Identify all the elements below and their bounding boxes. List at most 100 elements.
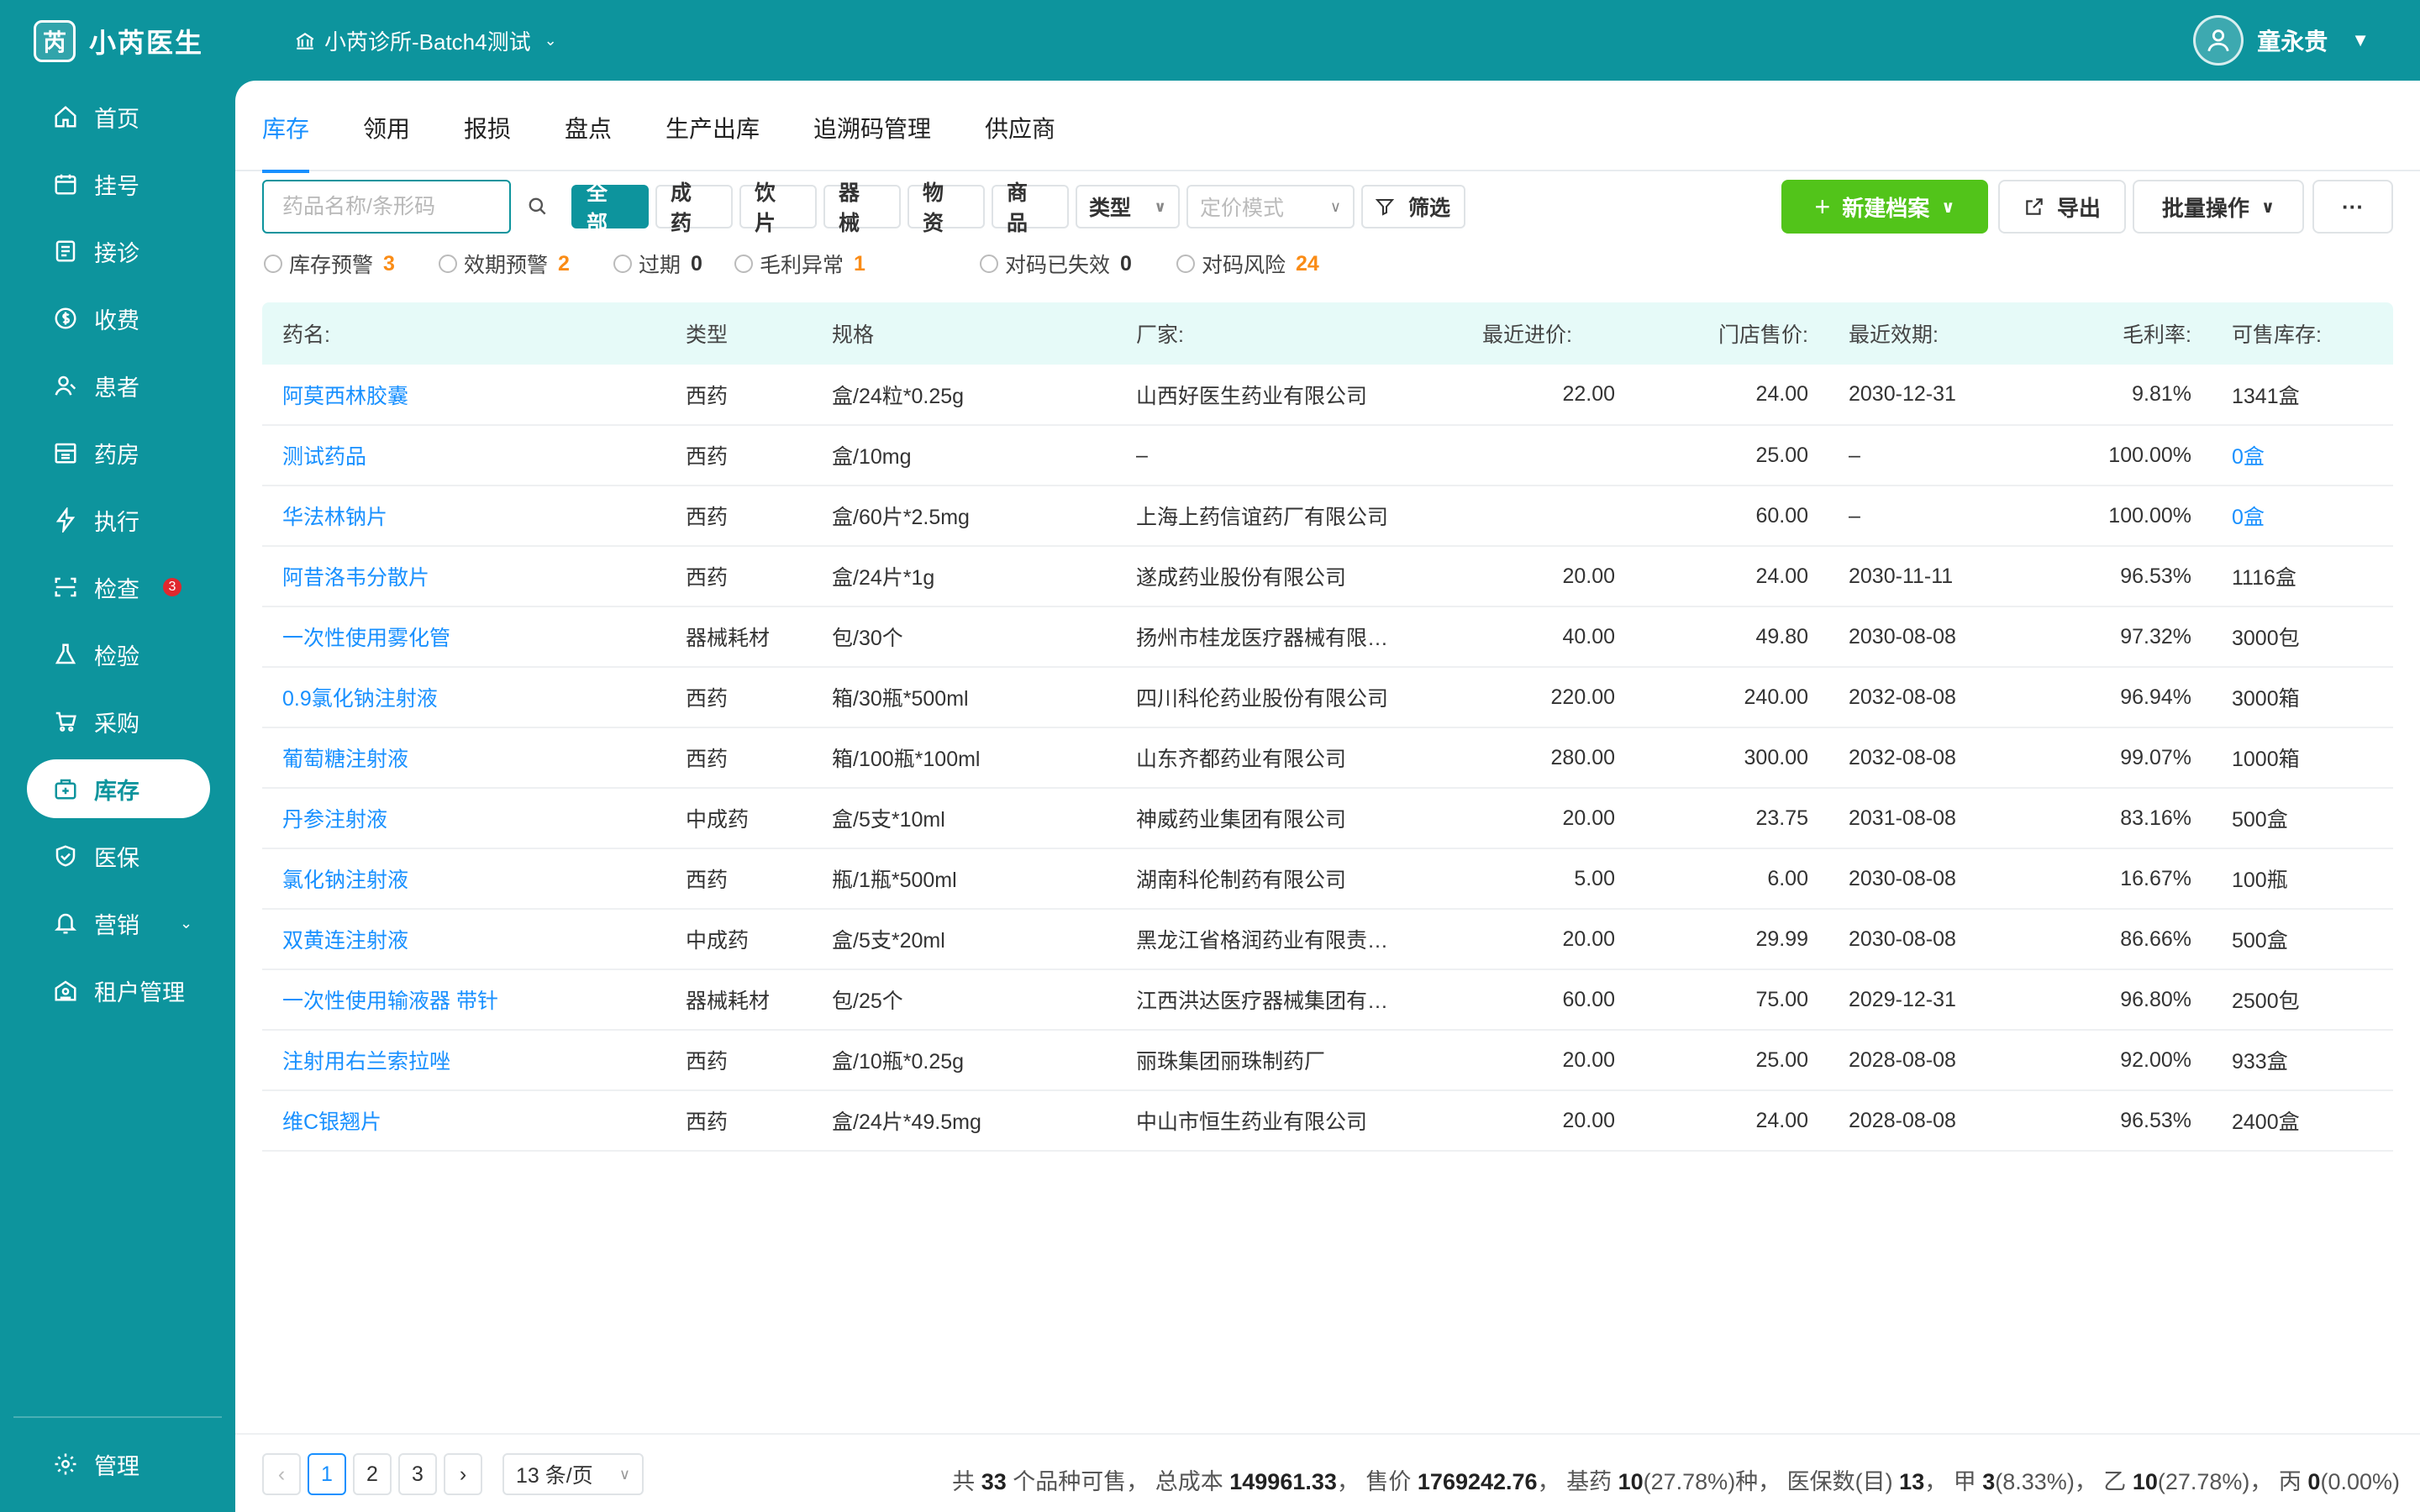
page-button[interactable]: 2	[353, 1453, 392, 1495]
tab-suppliers[interactable]: 供应商	[985, 111, 1055, 171]
batch-operations-button[interactable]: 批量操作 ∨	[2133, 180, 2304, 234]
table-cell: 2029-12-31	[1828, 969, 2039, 1031]
filter-margin-abnormal[interactable]: 毛利异常 1	[734, 249, 865, 279]
filter-expiry-warning[interactable]: 效期预警 2	[439, 249, 570, 279]
filter-code-risk[interactable]: 对码风险 24	[1176, 249, 1319, 279]
filter-button[interactable]: 筛选	[1361, 185, 1465, 228]
new-record-button[interactable]: + 新建档案 ∨	[1781, 180, 1988, 234]
search-button[interactable]	[514, 183, 561, 230]
filter-code-invalid[interactable]: 对码已失效 0	[980, 249, 1132, 279]
table-row[interactable]: 葡萄糖注射液 西药 箱/100瓶*100ml 山东齐都药业有限公司 280.00 300.…	[262, 727, 2393, 789]
table-cell: 96.53%	[2039, 546, 2212, 607]
chip-all[interactable]: 全部	[571, 181, 649, 235]
table-cell: 盒/10mg	[812, 425, 1116, 486]
more-button[interactable]: ···	[2312, 180, 2393, 234]
export-button[interactable]: 导出	[1998, 180, 2126, 234]
more-icon: ···	[2342, 193, 2364, 219]
tab-loss[interactable]: 报损	[464, 111, 511, 171]
table-body: 阿莫西林胶囊 西药 盒/24粒*0.25g 山西好医生药业有限公司 22.00 24.00…	[262, 365, 2393, 1152]
drug-name-link[interactable]: 维C银翘片	[262, 1090, 666, 1152]
sidebar-item-tenant[interactable]: 租户管理	[27, 961, 210, 1020]
page-button[interactable]: 3	[398, 1453, 437, 1495]
tab-stocktake[interactable]: 盘点	[565, 111, 612, 171]
sidebar-item-consult[interactable]: 接诊	[27, 222, 210, 281]
drug-name-link[interactable]: 一次性使用输液器 带针	[262, 969, 666, 1031]
table-row[interactable]: 阿昔洛韦分散片 西药 盒/24片*1g 遂成药业股份有限公司 20.00 24.00 203…	[262, 546, 2393, 607]
sidebar-item-pharmacy[interactable]: 药房	[27, 423, 210, 482]
column-header[interactable]: 厂家:	[1116, 302, 1462, 365]
table-row[interactable]: 注射用右兰索拉唑 西药 盒/10瓶*0.25g 丽珠集团丽珠制药厂 20.00 25.00…	[262, 1030, 2393, 1091]
drug-name-link[interactable]: 华法林钠片	[262, 486, 666, 547]
sidebar-item-exam[interactable]: 检查 3	[27, 558, 210, 617]
table-row[interactable]: 丹参注射液 中成药 盒/5支*10ml 神威药业集团有限公司 20.00 23.75 203…	[262, 788, 2393, 849]
table-row[interactable]: 0.9氯化钠注射液 西药 箱/30瓶*500ml 四川科伦药业股份有限公司 220.00…	[262, 667, 2393, 728]
sidebar-item-register[interactable]: 挂号	[27, 155, 210, 213]
column-header[interactable]: 可售库存:	[2212, 302, 2393, 365]
tab-inventory[interactable]: 库存	[262, 111, 310, 173]
chip-supplies[interactable]: 物资	[908, 181, 985, 235]
drug-name-link[interactable]: 阿昔洛韦分散片	[262, 546, 666, 607]
drug-name-link[interactable]: 葡萄糖注射液	[262, 727, 666, 789]
table-row[interactable]: 双黄连注射液 中成药 盒/5支*20ml 黑龙江省格润药业有限责… 20.00 29.99…	[262, 909, 2393, 970]
page-size-select[interactable]: 13 条/页 ∨	[502, 1453, 644, 1495]
app-logo[interactable]: 芮 小芮医生	[34, 20, 203, 62]
column-header[interactable]: 毛利率:	[2039, 302, 2212, 365]
main-panel: 库存 领用 报损 盘点 生产出库 追溯码管理 供应商 全部 成药 饮片 器械 物…	[235, 81, 2420, 1512]
chip-devices[interactable]: 器械	[823, 181, 901, 235]
sidebar-item-purchase[interactable]: 采购	[27, 692, 210, 751]
column-header[interactable]: 最近进价:	[1462, 302, 1635, 365]
table-row[interactable]: 华法林钠片 西药 盒/60片*2.5mg 上海上药信谊药厂有限公司 60.00–100.…	[262, 486, 2393, 547]
sidebar-item-admin[interactable]: 管理	[27, 1435, 210, 1494]
pricing-mode-dropdown[interactable]: 定价模式 ∨	[1186, 185, 1355, 228]
sidebar-item-inventory[interactable]: 库存	[27, 759, 210, 818]
sidebar-item-marketing[interactable]: 营销 ⌄	[27, 894, 210, 953]
type-dropdown[interactable]: 类型 ∨	[1076, 185, 1180, 228]
drug-name-link[interactable]: 氯化钠注射液	[262, 848, 666, 910]
pagination: ‹ 1 2 3 › 13 条/页 ∨	[262, 1453, 644, 1495]
sidebar-item-patients[interactable]: 患者	[27, 356, 210, 415]
search-input[interactable]	[262, 180, 511, 234]
column-header[interactable]: 药名:	[262, 302, 666, 365]
tab-requisition[interactable]: 领用	[363, 111, 410, 171]
page-button[interactable]: 1	[308, 1453, 346, 1495]
drug-name-link[interactable]: 注射用右兰索拉唑	[262, 1030, 666, 1091]
chip-goods[interactable]: 商品	[992, 181, 1069, 235]
tab-production-out[interactable]: 生产出库	[666, 111, 760, 171]
filter-expired[interactable]: 过期 0	[613, 249, 702, 279]
drug-name-link[interactable]: 0.9氯化钠注射液	[262, 667, 666, 728]
flask-icon	[52, 641, 79, 668]
drug-name-link[interactable]: 阿莫西林胶囊	[262, 365, 666, 426]
drug-name-link[interactable]: 一次性使用雾化管	[262, 606, 666, 668]
sidebar-item-execute[interactable]: 执行	[27, 491, 210, 549]
table-row[interactable]: 一次性使用雾化管 器械耗材 包/30个 扬州市桂龙医疗器械有限… 40.00 49.80 2…	[262, 606, 2393, 668]
table-row[interactable]: 测试药品 西药 盒/10mg –25.00–100.00% 0盒	[262, 425, 2393, 486]
table-cell: 24.00	[1635, 546, 1828, 607]
next-page-button[interactable]: ›	[444, 1453, 482, 1495]
table-cell: 1116盒	[2212, 546, 2393, 607]
table-row[interactable]: 阿莫西林胶囊 西药 盒/24粒*0.25g 山西好医生药业有限公司 22.00 24.00…	[262, 365, 2393, 426]
sidebar-item-home[interactable]: 首页	[27, 87, 210, 146]
sidebar-item-billing[interactable]: 收费	[27, 289, 210, 348]
sidebar-item-insurance[interactable]: 医保	[27, 827, 210, 885]
clinic-switcher[interactable]: 小芮诊所-Batch4测试 ⌄	[294, 25, 557, 56]
tab-traceability[interactable]: 追溯码管理	[813, 111, 931, 171]
chip-herbal-pieces[interactable]: 饮片	[739, 181, 817, 235]
table-cell: –	[1116, 425, 1462, 486]
column-header[interactable]: 门店售价:	[1635, 302, 1828, 365]
table-cell: 24.00	[1635, 1090, 1828, 1152]
table-row[interactable]: 维C银翘片 西药 盒/24片*49.5mg 中山市恒生药业有限公司 20.00 24.00…	[262, 1090, 2393, 1152]
table-row[interactable]: 一次性使用输液器 带针 器械耗材 包/25个 江西洪达医疗器械集团有… 60.00 75.…	[262, 969, 2393, 1031]
chip-patent-medicine[interactable]: 成药	[655, 181, 733, 235]
drug-name-link[interactable]: 测试药品	[262, 425, 666, 486]
user-menu[interactable]: 童永贵 ▼	[2193, 15, 2370, 66]
column-header[interactable]: 最近效期:	[1828, 302, 2039, 365]
sidebar-item-label: 检查	[94, 576, 139, 602]
sidebar-item-lab[interactable]: 检验	[27, 625, 210, 684]
drug-name-link[interactable]: 双黄连注射液	[262, 909, 666, 970]
prev-page-button[interactable]: ‹	[262, 1453, 301, 1495]
table-row[interactable]: 氯化钠注射液 西药 瓶/1瓶*500ml 湖南科伦制药有限公司 5.00 6.00 2030…	[262, 848, 2393, 910]
table-cell	[1462, 425, 1635, 486]
filter-stock-warning[interactable]: 库存预警 3	[264, 249, 395, 279]
table-cell: 盒/24粒*0.25g	[812, 365, 1116, 426]
drug-name-link[interactable]: 丹参注射液	[262, 788, 666, 849]
